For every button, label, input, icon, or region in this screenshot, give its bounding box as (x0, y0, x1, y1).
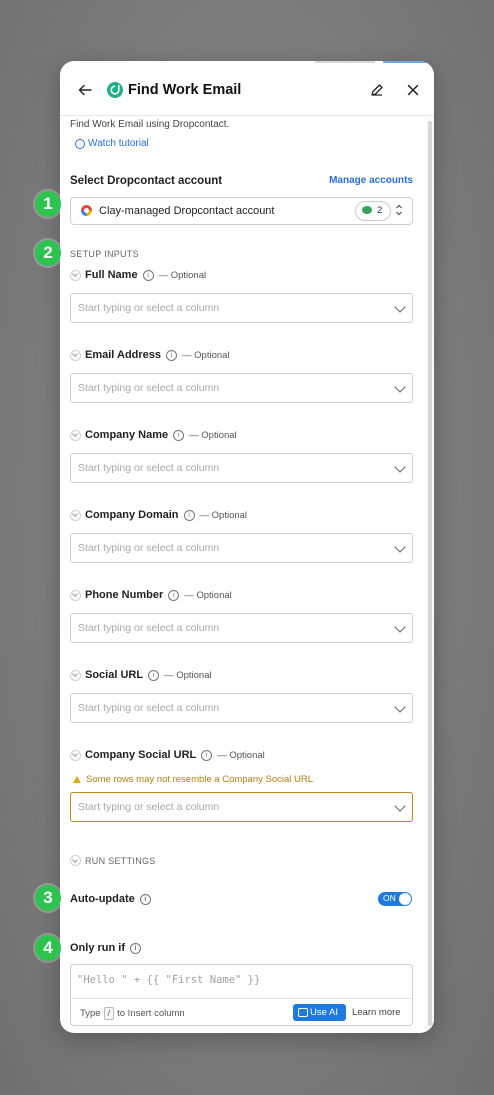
optional-label: — Optional (199, 509, 248, 521)
ai-robot-icon (298, 1008, 308, 1017)
toggle-knob (399, 893, 411, 905)
collapse-chevron-icon (70, 509, 81, 521)
input-placeholder: Start typing or select a column (78, 801, 220, 813)
chevron-down-icon (394, 301, 406, 313)
social-url-input[interactable]: Start typing or select a column (70, 693, 413, 723)
optional-label: — Optional (164, 669, 212, 681)
setup-inputs-heading: SETUP INPUTS (70, 249, 139, 259)
info-icon[interactable]: i (173, 429, 185, 441)
manage-accounts-link[interactable]: Manage accounts (329, 175, 413, 186)
tab-strip (315, 61, 434, 65)
run-settings-heading[interactable]: RUN SETTINGS (70, 855, 156, 866)
info-icon[interactable]: i (183, 509, 195, 521)
info-icon[interactable]: i (142, 269, 154, 281)
info-icon[interactable]: i (139, 893, 151, 905)
input-placeholder: Start typing or select a column (78, 542, 220, 554)
panel-header: Find Work Email (60, 73, 434, 109)
formula-input[interactable]: "Hello " + {{ "First Name" }} Type / to … (70, 964, 413, 1026)
auto-update-label: Auto-update i (70, 893, 151, 905)
input-placeholder: Start typing or select a column (78, 382, 220, 394)
chevron-down-icon (394, 381, 406, 393)
use-ai-button[interactable]: Use AI (293, 1004, 346, 1021)
chevron-down-icon (394, 461, 406, 473)
field-label-company-social-url[interactable]: Company Social URL i — Optional (70, 749, 265, 761)
collapse-chevron-icon (70, 669, 81, 681)
chevron-down-icon (394, 800, 406, 812)
formula-footer: Type / to Insert column Use AI Learn mor… (71, 998, 412, 1026)
collapse-chevron-icon (70, 855, 81, 866)
collapse-chevron-icon (70, 269, 81, 281)
formula-placeholder: "Hello " + {{ "First Name" }} (77, 974, 261, 986)
chevron-down-icon (394, 621, 406, 633)
account-section-label: Select Dropcontact account (70, 175, 223, 187)
validation-warning: Some rows may not resemble a Company Soc… (73, 774, 313, 785)
callout-badge-3: 3 (35, 885, 61, 911)
chevron-down-icon (394, 701, 406, 713)
collapse-chevron-icon (70, 349, 81, 361)
warning-triangle-icon (73, 776, 81, 783)
scrollbar-thumb[interactable] (428, 121, 432, 1026)
optional-label: — Optional (182, 349, 230, 361)
email-address-input[interactable]: Start typing or select a column (70, 373, 413, 403)
input-placeholder: Start typing or select a column (78, 462, 220, 474)
company-name-input[interactable]: Start typing or select a column (70, 453, 413, 483)
phone-number-input[interactable]: Start typing or select a column (70, 613, 413, 643)
collapse-chevron-icon (70, 589, 81, 601)
header-divider (60, 115, 434, 116)
field-label-phone-number[interactable]: Phone Number i — Optional (70, 589, 232, 601)
field-label-company-domain[interactable]: Company Domain i — Optional (70, 509, 247, 521)
watch-tutorial-link[interactable]: Watch tutorial (75, 138, 149, 149)
panel-title: Find Work Email (128, 82, 242, 98)
account-select[interactable]: Clay-managed Dropcontact account 2 (70, 197, 413, 225)
input-placeholder: Start typing or select a column (78, 622, 220, 634)
callout-badge-1: 1 (35, 191, 61, 217)
callout-badge-2: 2 (35, 240, 61, 266)
slash-key: / (103, 1007, 115, 1020)
play-circle-icon (75, 138, 85, 149)
credits-badge: 2 (355, 201, 391, 221)
optional-label: — Optional (217, 749, 265, 761)
optional-label: — Optional (158, 269, 207, 281)
input-placeholder: Start typing or select a column (78, 702, 220, 714)
full-name-input[interactable]: Start typing or select a column (70, 293, 413, 323)
field-label-full-name[interactable]: Full Name i — Optional (70, 269, 206, 281)
toggle-state-label: ON (383, 893, 396, 903)
chevron-down-icon (394, 541, 406, 553)
field-label-social-url[interactable]: Social URL i — Optional (70, 669, 212, 681)
selected-account: Clay-managed Dropcontact account (99, 205, 275, 217)
optional-label: — Optional (189, 429, 237, 441)
collapse-chevron-icon (70, 429, 81, 441)
learn-more-link[interactable]: Learn more (352, 1007, 401, 1018)
input-placeholder: Start typing or select a column (78, 302, 220, 314)
company-social-url-input[interactable]: Start typing or select a column (70, 792, 413, 822)
warning-text: Some rows may not resemble a Company Soc… (86, 774, 314, 785)
auto-update-toggle[interactable]: ON (378, 892, 412, 906)
close-icon[interactable] (406, 83, 420, 97)
enrichment-panel: Find Work Email Find Work Email using Dr… (60, 61, 434, 1033)
callout-badge-4: 4 (35, 935, 61, 961)
clay-logo-icon (81, 205, 92, 216)
edit-pencil-icon[interactable] (370, 83, 384, 97)
info-icon[interactable]: i (201, 749, 213, 761)
info-icon[interactable]: i (166, 349, 178, 361)
collapse-chevron-icon (70, 749, 81, 761)
watch-tutorial-label: Watch tutorial (88, 138, 149, 149)
back-arrow-icon[interactable] (78, 83, 92, 97)
up-down-chevron-icon (396, 204, 402, 216)
company-domain-input[interactable]: Start typing or select a column (70, 533, 413, 563)
insert-column-hint: Type / to Insert column (80, 1007, 185, 1020)
only-run-if-label: Only run if i (70, 942, 141, 954)
optional-label: — Optional (184, 589, 232, 601)
info-icon[interactable]: i (168, 589, 180, 601)
field-label-email-address[interactable]: Email Address i — Optional (70, 349, 230, 361)
description-text: Find Work Email using Dropcontact. (70, 119, 230, 130)
info-icon[interactable]: i (148, 669, 160, 681)
credits-coin-icon (362, 206, 372, 214)
info-icon[interactable]: i (130, 942, 141, 954)
field-label-company-name[interactable]: Company Name i — Optional (70, 429, 237, 441)
credits-count: 2 (377, 205, 383, 216)
dropcontact-logo-icon (107, 82, 123, 98)
